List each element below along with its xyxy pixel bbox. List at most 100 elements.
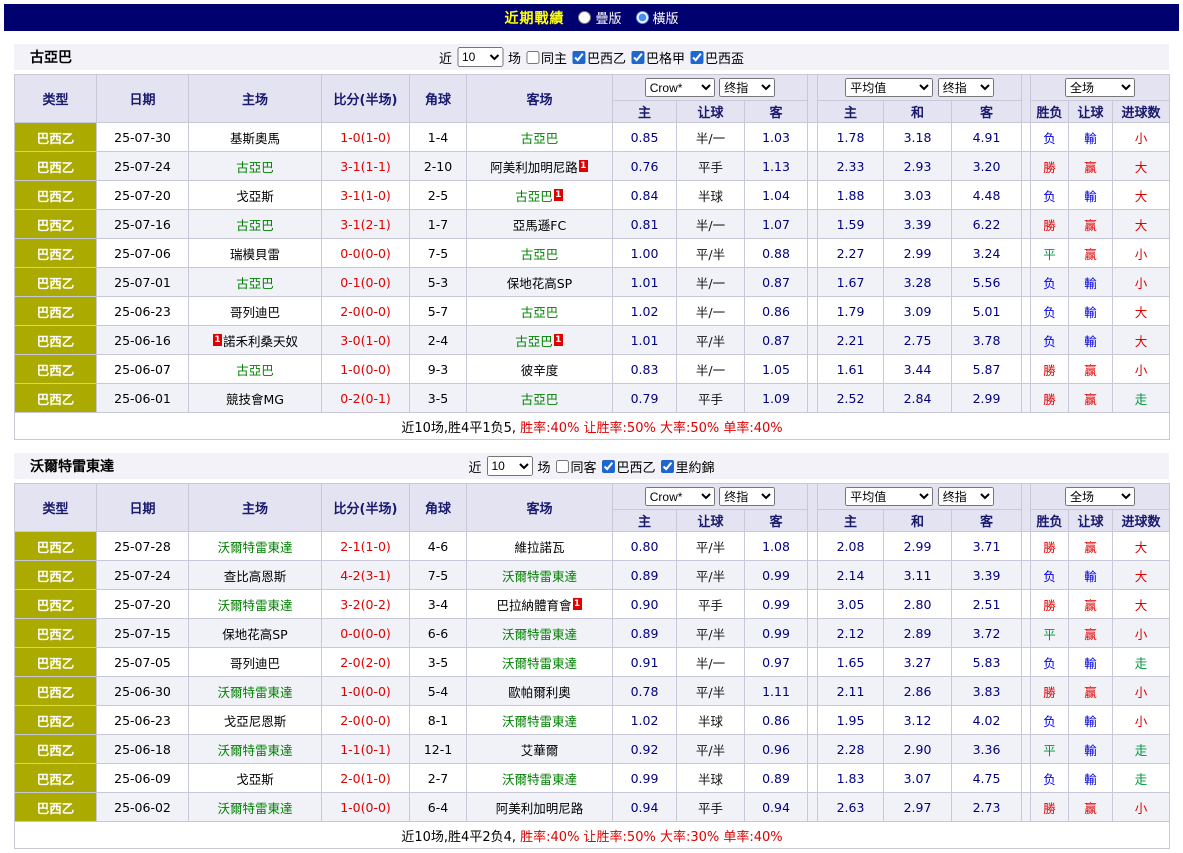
away-team-cell[interactable]: 彼辛度 — [467, 355, 613, 384]
home-team-cell[interactable]: 哥列迪巴 — [189, 648, 322, 677]
away-team-cell[interactable]: 阿美利加明尼路1 — [467, 152, 613, 181]
score-cell[interactable]: 1-0(0-0) — [322, 793, 410, 822]
avg-away-odds: 3.78 — [952, 326, 1022, 355]
home-team-cell[interactable]: 瑞模貝雷 — [189, 239, 322, 268]
scope-select[interactable]: 全场 — [1065, 487, 1135, 506]
match-row: 巴西乙25-07-06瑞模貝雷0-0(0-0)7-5古亞巴1.00平/半0.88… — [15, 239, 1170, 268]
handicap-stage-select[interactable]: 终指 — [719, 487, 775, 506]
score-cell[interactable]: 2-0(2-0) — [322, 648, 410, 677]
handicap-stage-select[interactable]: 终指 — [719, 78, 775, 97]
league-badge: 巴西乙 — [15, 181, 97, 210]
recent-count-select[interactable]: 10 — [457, 47, 503, 67]
league-filter-cup[interactable]: 巴西盃 — [690, 48, 744, 67]
away-team-cell[interactable]: 巴拉納體育會1 — [467, 590, 613, 619]
away-team-cell[interactable]: 沃爾特雷東達 — [467, 561, 613, 590]
score-cell[interactable]: 1-0(1-0) — [322, 123, 410, 152]
away-team-cell[interactable]: 保地花高SP — [467, 268, 613, 297]
league-filter-serieb[interactable]: 巴西乙 — [602, 457, 656, 476]
serieb-checkbox[interactable] — [602, 460, 615, 473]
league-filter-serieb[interactable]: 巴西乙 — [572, 48, 626, 67]
same-venue-filter[interactable]: 同客 — [555, 457, 596, 476]
recent-count-select[interactable]: 10 — [486, 456, 532, 476]
match-date: 25-07-16 — [97, 210, 189, 239]
score-cell[interactable]: 4-2(3-1) — [322, 561, 410, 590]
spacer-cell — [1022, 735, 1031, 764]
away-team-cell[interactable]: 艾華爾 — [467, 735, 613, 764]
home-team-cell[interactable]: 戈亞斯 — [189, 181, 322, 210]
scope-select[interactable]: 全场 — [1065, 78, 1135, 97]
spacer-cell — [1022, 152, 1031, 181]
home-team-cell[interactable]: 古亞巴 — [189, 152, 322, 181]
score-cell[interactable]: 0-1(0-0) — [322, 268, 410, 297]
state-league-checkbox[interactable] — [661, 460, 674, 473]
home-team-cell[interactable]: 古亞巴 — [189, 355, 322, 384]
score-cell[interactable]: 3-2(0-2) — [322, 590, 410, 619]
league-filter-state[interactable]: 里約錦 — [661, 457, 715, 476]
score-cell[interactable]: 2-1(1-0) — [322, 532, 410, 561]
stacked-layout-radio[interactable] — [578, 11, 591, 24]
score-cell[interactable]: 3-1(1-0) — [322, 181, 410, 210]
away-team-cell[interactable]: 沃爾特雷東達 — [467, 764, 613, 793]
home-team-cell[interactable]: 競技會MG — [189, 384, 322, 413]
away-team-cell[interactable]: 沃爾特雷東達 — [467, 706, 613, 735]
score-cell[interactable]: 1-0(0-0) — [322, 677, 410, 706]
bookmaker-select[interactable]: Crow* — [645, 78, 715, 97]
home-team-cell[interactable]: 1諾禾利桑天奴 — [189, 326, 322, 355]
score-cell[interactable]: 0-0(0-0) — [322, 619, 410, 648]
away-team-cell[interactable]: 歐帕爾利奧 — [467, 677, 613, 706]
home-team-cell[interactable]: 哥列迪巴 — [189, 297, 322, 326]
layout-option-stacked[interactable]: 疊版 — [578, 8, 621, 27]
average-odds-select[interactable]: 平均值 — [845, 487, 933, 506]
home-team-cell[interactable]: 沃爾特雷東達 — [189, 532, 322, 561]
spacer-cell — [808, 326, 818, 355]
same-venue-checkbox[interactable] — [555, 460, 568, 473]
europe-stage-select[interactable]: 终指 — [938, 487, 994, 506]
score-cell[interactable]: 2-0(0-0) — [322, 297, 410, 326]
score-cell[interactable]: 3-0(1-0) — [322, 326, 410, 355]
home-team-cell[interactable]: 戈亞斯 — [189, 764, 322, 793]
score-cell[interactable]: 0-2(0-1) — [322, 384, 410, 413]
summary-record: 近10场,胜4平2负4, — [401, 830, 520, 845]
state-league-checkbox[interactable] — [631, 51, 644, 64]
away-team-cell[interactable]: 維拉諾瓦 — [467, 532, 613, 561]
same-venue-checkbox[interactable] — [526, 51, 539, 64]
score-cell[interactable]: 1-0(0-0) — [322, 355, 410, 384]
europe-stage-select[interactable]: 终指 — [938, 78, 994, 97]
away-team-cell[interactable]: 沃爾特雷東達 — [467, 619, 613, 648]
home-team-cell[interactable]: 沃爾特雷東達 — [189, 793, 322, 822]
home-team-cell[interactable]: 古亞巴 — [189, 210, 322, 239]
serieb-checkbox[interactable] — [572, 51, 585, 64]
home-team-cell[interactable]: 基斯奧馬 — [189, 123, 322, 152]
cup-checkbox[interactable] — [690, 51, 703, 64]
score-cell[interactable]: 0-0(0-0) — [322, 239, 410, 268]
away-team-cell[interactable]: 亞馬遜FC — [467, 210, 613, 239]
home-team-cell[interactable]: 沃爾特雷東達 — [189, 677, 322, 706]
bookmaker-select[interactable]: Crow* — [645, 487, 715, 506]
away-team-cell[interactable]: 古亞巴 — [467, 239, 613, 268]
average-odds-select[interactable]: 平均值 — [845, 78, 933, 97]
league-filter-state[interactable]: 巴格甲 — [631, 48, 685, 67]
same-venue-filter[interactable]: 同主 — [526, 48, 567, 67]
away-team-cell[interactable]: 古亞巴 — [467, 384, 613, 413]
away-team-cell[interactable]: 古亞巴1 — [467, 181, 613, 210]
score-cell[interactable]: 3-1(1-1) — [322, 152, 410, 181]
home-team-cell[interactable]: 古亞巴 — [189, 268, 322, 297]
home-team-cell[interactable]: 保地花高SP — [189, 619, 322, 648]
home-team-cell[interactable]: 沃爾特雷東達 — [189, 590, 322, 619]
away-team-cell[interactable]: 古亞巴1 — [467, 326, 613, 355]
score-cell[interactable]: 2-0(0-0) — [322, 706, 410, 735]
away-team-cell[interactable]: 阿美利加明尼路 — [467, 793, 613, 822]
home-team-cell[interactable]: 查比高恩斯 — [189, 561, 322, 590]
home-team-cell[interactable]: 戈亞尼恩斯 — [189, 706, 322, 735]
horizontal-layout-radio[interactable] — [636, 11, 649, 24]
score-cell[interactable]: 1-1(0-1) — [322, 735, 410, 764]
score-cell[interactable]: 3-1(2-1) — [322, 210, 410, 239]
home-team-cell[interactable]: 沃爾特雷東達 — [189, 735, 322, 764]
layout-option-horizontal[interactable]: 橫版 — [636, 8, 679, 27]
away-team-cell[interactable]: 古亞巴 — [467, 297, 613, 326]
away-team-cell[interactable]: 沃爾特雷東達 — [467, 648, 613, 677]
away-team-cell[interactable]: 古亞巴 — [467, 123, 613, 152]
corners-cell: 3-5 — [410, 384, 467, 413]
score-cell[interactable]: 2-0(1-0) — [322, 764, 410, 793]
matches-unit-label: 场 — [537, 457, 550, 476]
